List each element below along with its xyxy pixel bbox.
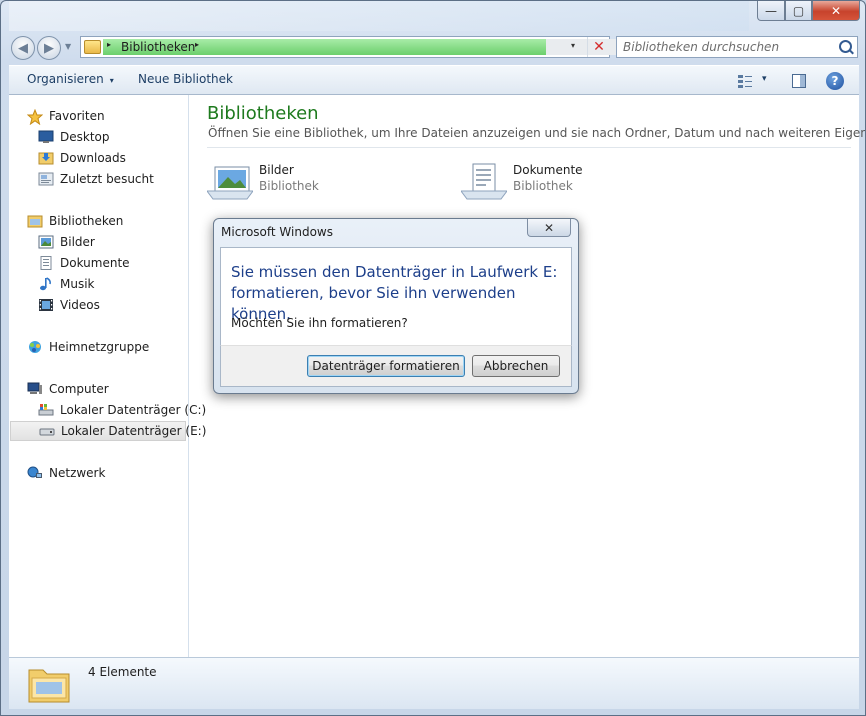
chevron-down-icon: ▾	[109, 76, 114, 85]
nav-homegroup[interactable]: Heimnetzgruppe	[27, 337, 149, 357]
music-note-icon	[38, 277, 54, 291]
forward-arrow-icon: ▶	[44, 40, 54, 56]
libraries-folder-icon	[27, 214, 43, 228]
search-input[interactable]	[623, 39, 833, 55]
nav-libraries[interactable]: Bibliotheken	[27, 211, 123, 231]
network-icon	[27, 466, 43, 480]
dialog-question: Möchten Sie ihn formatieren?	[231, 316, 408, 330]
view-options-icon[interactable]	[737, 73, 753, 89]
page-title: Bibliotheken	[207, 103, 319, 124]
recent-pages-dropdown[interactable]: ▼	[65, 42, 71, 51]
nav-documents[interactable]: Dokumente	[38, 253, 130, 273]
nav-desktop-label: Desktop	[60, 130, 110, 144]
library-name: Dokumente	[513, 163, 583, 177]
nav-music[interactable]: Musik	[38, 274, 95, 294]
nav-homegroup-label: Heimnetzgruppe	[49, 340, 150, 354]
nav-recent[interactable]: Zuletzt besucht	[38, 169, 154, 189]
stop-icon: ✕	[593, 39, 605, 55]
nav-downloads-label: Downloads	[60, 151, 126, 165]
back-button[interactable]: ◀	[11, 36, 35, 60]
nav-videos-label: Videos	[60, 298, 100, 312]
computer-icon	[27, 382, 43, 396]
maximize-button[interactable]: ▢	[785, 1, 812, 21]
homegroup-icon	[27, 340, 43, 354]
cancel-button[interactable]: Abbrechen	[472, 355, 560, 377]
close-icon: ✕	[543, 220, 555, 235]
address-bar[interactable]: ▸ Bibliotheken ▸ ▾ ✕	[80, 36, 643, 58]
forward-button[interactable]: ▶	[37, 36, 61, 60]
downloads-folder-icon	[38, 151, 54, 165]
nav-drive-c[interactable]: Lokaler Datenträger (C:)	[38, 400, 206, 420]
nav-drive-e[interactable]: Lokaler Datenträger (E:)	[10, 421, 206, 441]
nav-documents-label: Dokumente	[60, 256, 130, 270]
nav-favorites[interactable]: Favoriten	[26, 106, 105, 126]
help-button[interactable]: ?	[826, 72, 844, 90]
preview-pane-icon[interactable]	[791, 73, 807, 89]
nav-pictures[interactable]: Bilder	[38, 232, 95, 252]
dialog-body: Sie müssen den Datenträger in Laufwerk E…	[220, 247, 572, 345]
library-name: Bilder	[259, 163, 294, 177]
organize-label: Organisieren	[27, 72, 104, 86]
command-bar: Organisieren ▾ Neue Bibliothek ▾ ?	[9, 65, 859, 95]
navigation-pane: Favoriten Desktop Downloads Zuletzt besu…	[9, 95, 206, 657]
library-type: Bibliothek	[513, 179, 573, 193]
close-window-button[interactable]: ✕	[812, 1, 860, 21]
nav-downloads[interactable]: Downloads	[38, 148, 126, 168]
new-library-button[interactable]: Neue Bibliothek	[138, 72, 233, 86]
header-divider	[207, 147, 851, 148]
nav-computer-label: Computer	[49, 382, 109, 396]
nav-computer[interactable]: Computer	[27, 379, 109, 399]
nav-music-label: Musik	[60, 277, 95, 291]
breadcrumb-arrow-icon[interactable]: ▸	[107, 40, 111, 49]
nav-videos[interactable]: Videos	[38, 295, 100, 315]
address-dropdown-icon[interactable]: ▾	[571, 41, 575, 50]
recent-places-icon	[38, 172, 54, 186]
search-box[interactable]	[616, 36, 858, 58]
details-pane: 4 Elemente	[9, 657, 859, 709]
title-bar[interactable]	[9, 1, 749, 31]
nav-network-label: Netzwerk	[49, 466, 106, 480]
dialog-button-bar: Datenträger formatieren Abbrechen	[220, 345, 572, 387]
stop-loading-button[interactable]: ✕	[587, 37, 610, 57]
pictures-icon	[38, 235, 54, 249]
documents-library-icon	[461, 163, 507, 200]
search-icon[interactable]	[839, 40, 852, 53]
view-dropdown-icon[interactable]: ▾	[762, 74, 767, 84]
library-item-pictures[interactable]: Bilder Bibliothek	[207, 157, 407, 201]
nav-libraries-label: Bibliotheken	[49, 214, 124, 228]
nav-drive-c-label: Lokaler Datenträger (C:)	[60, 403, 207, 417]
breadcrumb-libraries[interactable]: Bibliotheken	[121, 40, 195, 54]
nav-recent-label: Zuletzt besucht	[60, 172, 154, 186]
nav-favorites-label: Favoriten	[49, 109, 105, 123]
nav-drive-e-label: Lokaler Datenträger (E:)	[61, 424, 207, 438]
library-folder-icon	[84, 40, 101, 54]
dialog-title: Microsoft Windows	[221, 225, 333, 239]
pictures-library-icon	[207, 166, 253, 200]
help-icon: ?	[831, 74, 839, 88]
system-drive-icon	[38, 403, 54, 417]
libraries-folder-icon	[28, 669, 70, 703]
library-item-documents[interactable]: Dokumente Bibliothek	[461, 157, 661, 201]
film-strip-icon	[38, 298, 54, 312]
item-count: 4 Elemente	[88, 665, 157, 679]
documents-icon	[38, 256, 54, 270]
drive-icon	[39, 424, 55, 438]
page-subtitle: Öffnen Sie eine Bibliothek, um Ihre Date…	[208, 126, 866, 140]
nav-network[interactable]: Netzwerk	[27, 463, 105, 483]
format-disk-button[interactable]: Datenträger formatieren	[307, 355, 465, 377]
star-icon	[26, 108, 44, 126]
nav-desktop[interactable]: Desktop	[38, 127, 110, 147]
nav-pictures-label: Bilder	[60, 235, 95, 249]
minimize-button[interactable]: —	[757, 1, 785, 21]
format-disk-dialog: Microsoft Windows ✕ Sie müssen den Daten…	[213, 218, 579, 394]
desktop-icon	[38, 130, 54, 144]
organize-button[interactable]: Organisieren ▾	[27, 72, 114, 86]
library-type: Bibliothek	[259, 179, 319, 193]
breadcrumb-arrow-icon[interactable]: ▸	[195, 40, 199, 49]
dialog-close-button[interactable]: ✕	[527, 219, 571, 237]
back-arrow-icon: ◀	[18, 40, 28, 56]
